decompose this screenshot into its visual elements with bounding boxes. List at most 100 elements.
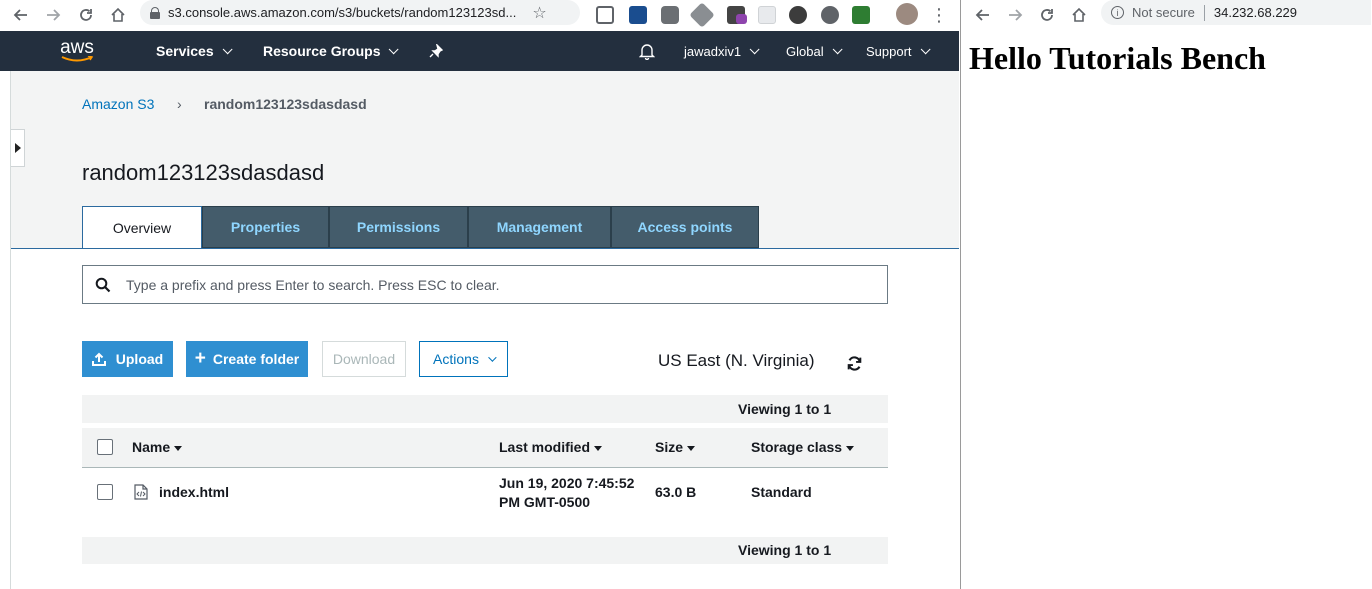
- pin-icon[interactable]: [429, 31, 443, 71]
- chevron-down-icon: [222, 43, 233, 54]
- reload-icon[interactable]: [75, 4, 97, 26]
- tab-permissions[interactable]: Permissions: [329, 206, 468, 248]
- search-icon: [95, 277, 111, 292]
- resource-groups-menu[interactable]: Resource Groups: [263, 31, 400, 71]
- aws-logo-text: aws: [60, 36, 94, 58]
- tag-extension-icon[interactable]: [689, 2, 715, 28]
- support-menu[interactable]: Support: [866, 31, 931, 71]
- actions-label: Actions: [433, 351, 479, 367]
- breadcrumb-root[interactable]: Amazon S3: [82, 96, 154, 112]
- search-input[interactable]: Type a prefix and press Enter to search.…: [82, 265, 888, 304]
- browser-toolbar: i Not secure 34.232.68.229: [961, 0, 1372, 31]
- html-file-icon: [134, 484, 148, 505]
- column-header-size-label: Size: [655, 439, 684, 455]
- account-label: jawadxiv1: [684, 43, 742, 59]
- back-icon[interactable]: [972, 4, 994, 26]
- circle-extension-icon[interactable]: [789, 6, 807, 24]
- tab-overview[interactable]: Overview: [82, 206, 202, 249]
- region-display: US East (N. Virginia): [658, 351, 815, 370]
- column-header-size[interactable]: Size: [655, 439, 696, 455]
- create-folder-button[interactable]: + Create folder: [186, 341, 308, 377]
- aws-logo[interactable]: aws: [60, 31, 94, 71]
- home-icon[interactable]: [107, 4, 129, 26]
- services-menu[interactable]: Services: [156, 31, 233, 71]
- region-menu[interactable]: Global: [786, 31, 843, 71]
- sort-down-icon: [594, 445, 603, 451]
- chevron-down-icon: [832, 43, 843, 54]
- column-header-storage-class-label: Storage class: [751, 439, 843, 455]
- support-label: Support: [866, 43, 912, 59]
- file-storage-class: Standard: [751, 484, 812, 500]
- address-url: 34.232.68.229: [1213, 5, 1298, 20]
- column-header-last-modified[interactable]: Last modified: [499, 439, 603, 455]
- html-tree-extension-icon[interactable]: [852, 6, 870, 24]
- column-header-name[interactable]: Name: [132, 439, 183, 455]
- chevron-down-icon: [389, 43, 400, 54]
- screenshot-extension-icon[interactable]: [596, 6, 614, 24]
- upload-icon: [91, 352, 106, 366]
- bell-icon[interactable]: [639, 31, 655, 71]
- file-last-modified-line1: Jun 19, 2020 7:45:52: [499, 475, 635, 491]
- column-header-name-label: Name: [132, 439, 171, 455]
- page-heading: Hello Tutorials Bench: [969, 40, 1266, 76]
- tab-access-points[interactable]: Access points: [611, 206, 759, 248]
- tab-underline: [11, 248, 959, 249]
- chevron-down-icon: [920, 43, 931, 54]
- create-folder-label: Create folder: [212, 351, 300, 367]
- search-placeholder: Type a prefix and press Enter to search.…: [126, 276, 500, 293]
- browser-toolbar: s3.console.aws.amazon.com/s3/buckets/ran…: [0, 0, 959, 31]
- column-header-storage-class[interactable]: Storage class: [751, 439, 855, 455]
- reload-icon[interactable]: [1036, 4, 1058, 26]
- chevron-down-icon: [749, 43, 760, 54]
- extension-badge: [736, 14, 747, 24]
- tab-management[interactable]: Management: [468, 206, 611, 248]
- pagination-status-bottom: Viewing 1 to 1: [738, 542, 832, 558]
- breadcrumb-separator: ›: [177, 96, 182, 112]
- security-label: Not secure: [1132, 5, 1195, 20]
- actions-dropdown[interactable]: Actions: [419, 341, 508, 377]
- column-header-last-modified-label: Last modified: [499, 439, 591, 455]
- address-divider: [1203, 4, 1205, 21]
- resource-groups-label: Resource Groups: [263, 43, 381, 59]
- sort-down-icon: [687, 445, 696, 451]
- refresh-icon[interactable]: [846, 355, 863, 377]
- download-button[interactable]: Download: [322, 341, 406, 377]
- profile-avatar[interactable]: [896, 3, 918, 25]
- camera-extension-icon[interactable]: [661, 6, 679, 24]
- account-menu[interactable]: jawadxiv1: [684, 31, 760, 71]
- right-browser-window: i Not secure 34.232.68.229 Hello Tutoria…: [960, 0, 1372, 589]
- left-browser-window: s3.console.aws.amazon.com/s3/buckets/ran…: [0, 0, 959, 589]
- tab-properties[interactable]: Properties: [202, 206, 329, 248]
- pagination-status-top: Viewing 1 to 1: [738, 401, 832, 417]
- plus-icon: +: [194, 348, 206, 369]
- clock-extension-icon[interactable]: [821, 6, 839, 24]
- chrome-menu-icon[interactable]: ⋮: [928, 4, 950, 26]
- home-icon[interactable]: [1068, 4, 1090, 26]
- page-title: random123123sdasdasd: [82, 160, 325, 185]
- upload-label: Upload: [115, 351, 164, 367]
- file-last-modified-line2: PM GMT-0500: [499, 494, 591, 510]
- grid-extension-icon[interactable]: [758, 6, 776, 24]
- address-bar[interactable]: i Not secure 34.232.68.229: [1101, 0, 1371, 25]
- forward-icon[interactable]: [1004, 4, 1026, 26]
- back-icon[interactable]: [10, 4, 32, 26]
- services-label: Services: [156, 43, 214, 59]
- address-url: s3.console.aws.amazon.com/s3/buckets/ran…: [168, 5, 517, 20]
- caret-right-icon: [14, 143, 21, 153]
- breadcrumb-current: random123123sdasdasd: [204, 96, 367, 112]
- sidebar-toggle[interactable]: [11, 129, 25, 167]
- bookmark-star-icon[interactable]: ☆: [532, 3, 546, 23]
- forward-icon[interactable]: [42, 4, 64, 26]
- pdf-extension-icon[interactable]: [629, 6, 647, 24]
- info-icon: i: [1111, 6, 1124, 19]
- address-bar[interactable]: s3.console.aws.amazon.com/s3/buckets/ran…: [140, 0, 580, 25]
- aws-top-navigation: aws Services Resource Groups jawadxiv1 G…: [0, 31, 959, 71]
- lock-icon: [150, 6, 160, 19]
- row-checkbox[interactable]: [97, 484, 113, 500]
- upload-button[interactable]: Upload: [82, 341, 173, 377]
- file-name-link[interactable]: index.html: [159, 484, 229, 500]
- sort-down-icon: [174, 445, 183, 451]
- sort-down-icon: [846, 445, 855, 451]
- select-all-checkbox[interactable]: [97, 439, 113, 455]
- aws-smile-icon: [61, 55, 94, 61]
